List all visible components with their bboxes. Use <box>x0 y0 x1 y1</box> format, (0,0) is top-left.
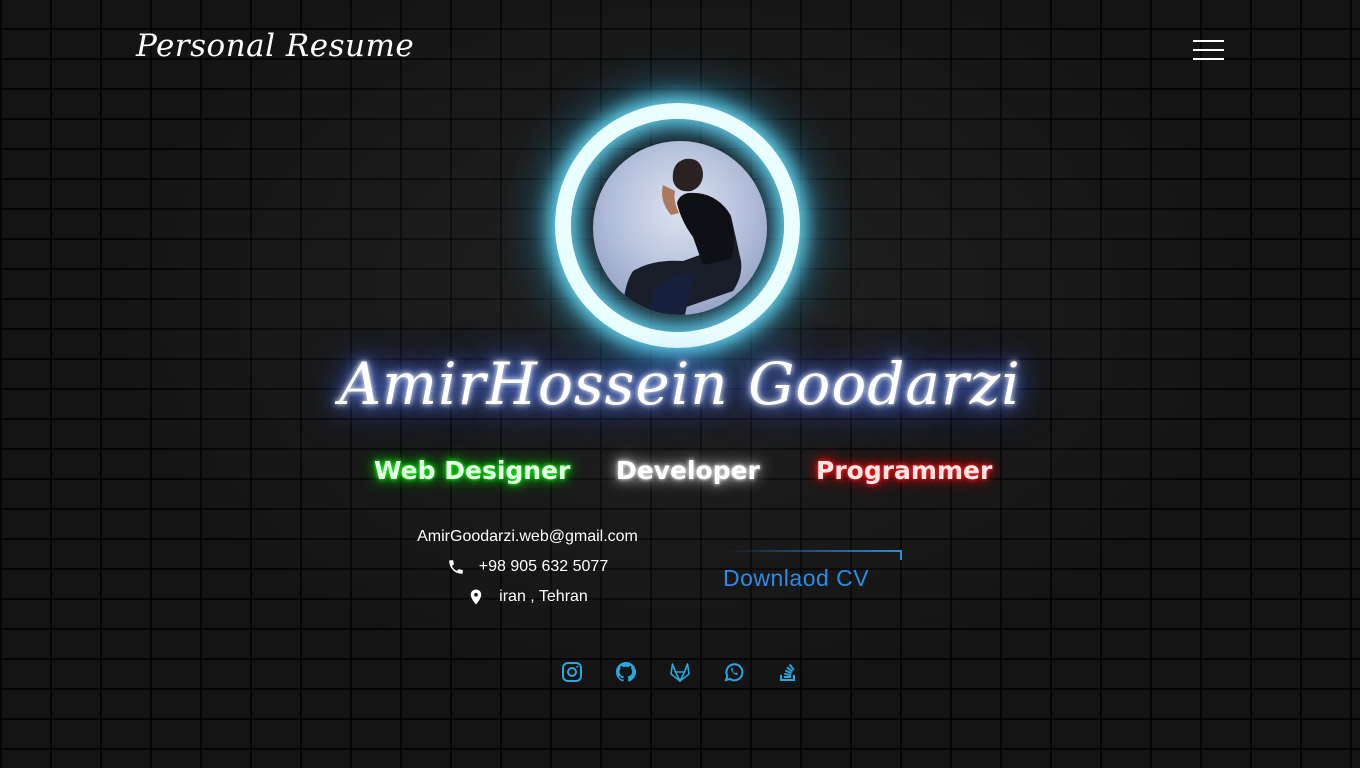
cv-button-border-right <box>900 550 902 560</box>
github-icon[interactable] <box>614 660 638 684</box>
role-developer: Developer <box>616 456 760 485</box>
profile-name: AmirHossein Goodarzi <box>339 350 1021 418</box>
location-pin-icon <box>470 589 482 605</box>
download-cv-label: Downlaod CV <box>723 565 870 591</box>
contact-email-row: AmirGoodarzi.web@gmail.com <box>380 522 675 552</box>
phone-icon <box>449 560 463 574</box>
contact-location-row: iran , Tehran <box>380 582 675 612</box>
stackoverflow-icon[interactable] <box>776 660 800 684</box>
cv-button-border-top <box>724 550 902 552</box>
contact-email[interactable]: AmirGoodarzi.web@gmail.com <box>417 526 638 548</box>
contact-info: AmirGoodarzi.web@gmail.com +98 905 632 5… <box>380 522 675 612</box>
role-web-designer: Web Designer <box>374 456 571 485</box>
hamburger-menu-icon[interactable] <box>1193 38 1224 62</box>
site-brand[interactable]: Personal Resume <box>136 28 414 64</box>
contact-phone[interactable]: +98 905 632 5077 <box>479 556 608 578</box>
gitlab-icon[interactable] <box>668 660 692 684</box>
whatsapp-icon[interactable] <box>722 660 746 684</box>
contact-location: iran , Tehran <box>499 588 588 605</box>
contact-phone-row: +98 905 632 5077 <box>380 552 675 582</box>
roles-row: Web Designer Developer Programmer <box>0 456 1360 496</box>
download-cv-button[interactable]: Downlaod CV <box>720 550 902 594</box>
role-programmer: Programmer <box>816 456 993 485</box>
social-links <box>0 660 1360 686</box>
profile-photo <box>623 158 742 315</box>
avatar <box>593 141 767 315</box>
instagram-icon[interactable] <box>560 660 584 684</box>
